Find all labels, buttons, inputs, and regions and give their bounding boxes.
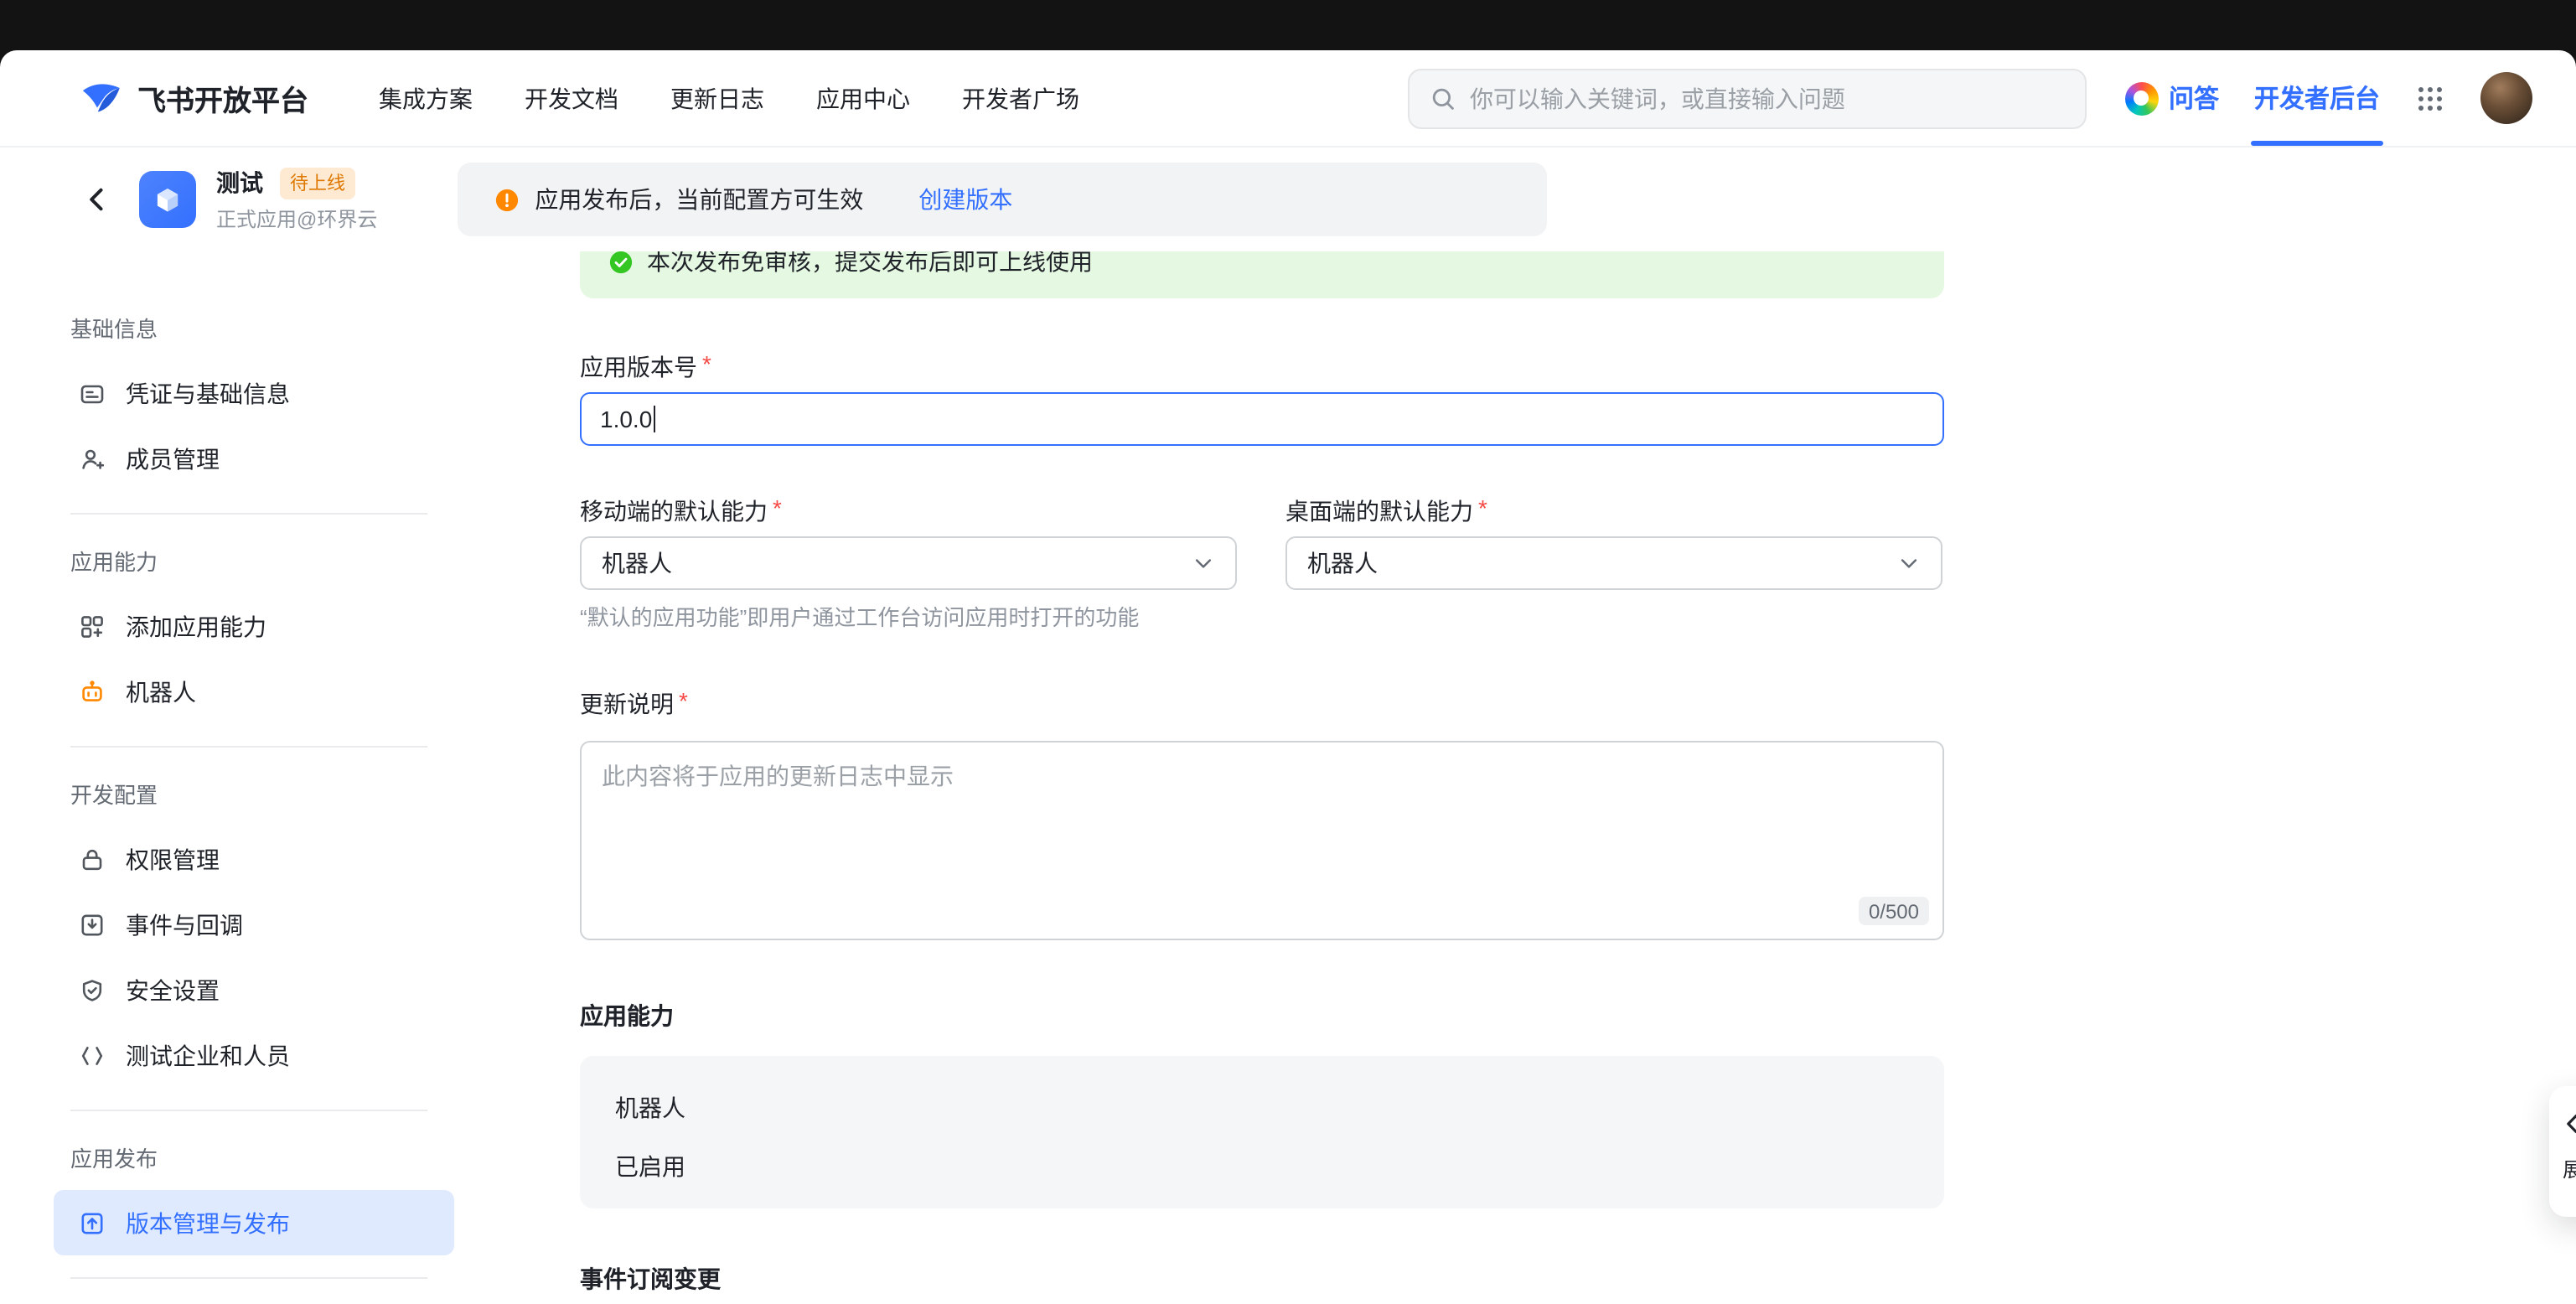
desktop-default-select[interactable]: 机器人 [1285, 536, 1942, 590]
sidebar-divider [70, 1277, 427, 1279]
developer-console-tab[interactable]: 开发者后台 [2254, 50, 2380, 146]
app-icon [139, 171, 196, 228]
search-input[interactable] [1470, 85, 2065, 111]
sidebar-item-version-release[interactable]: 版本管理与发布 [54, 1190, 454, 1255]
id-card-icon [79, 380, 106, 406]
app-meta: 测试 待上线 正式应用@环界云 [216, 166, 377, 233]
check-circle-icon [608, 251, 634, 274]
code-brackets-icon [79, 1042, 106, 1069]
default-capability-row: 移动端的默认能力* 机器人 桌面端的默认能力* 机器人 [580, 494, 2576, 590]
browser-window: 飞书开放平台 集成方案 开发文档 更新日志 应用中心 开发者广场 问答 [0, 50, 2576, 1304]
nav-item-integration[interactable]: 集成方案 [379, 81, 473, 115]
qa-link[interactable]: 问答 [2125, 80, 2219, 116]
capability-section-title: 应用能力 [580, 999, 2576, 1032]
apps-grid-icon[interactable] [2415, 83, 2445, 113]
sidebar-item-bot[interactable]: 机器人 [54, 659, 454, 724]
app-header: 测试 待上线 正式应用@环界云 应用发布后，当前配置方可生效 创建版本 [0, 147, 2576, 251]
char-counter: 0/500 [1859, 897, 1929, 925]
sidebar-divider [70, 746, 427, 748]
create-version-link[interactable]: 创建版本 [918, 183, 1012, 216]
robot-icon [79, 678, 106, 705]
alert-text: 应用发布后，当前配置方可生效 [535, 183, 863, 216]
status-badge: 待上线 [280, 167, 355, 199]
back-button[interactable] [82, 184, 112, 215]
default-capability-hint: “默认的应用功能”即用户通过工作台访问应用时打开的功能 [580, 600, 2576, 632]
capability-name: 机器人 [615, 1091, 1909, 1125]
capability-status: 已启用 [615, 1150, 1909, 1183]
nav-item-app-center[interactable]: 应用中心 [816, 81, 910, 115]
inbox-arrow-icon [79, 911, 106, 938]
primary-nav: 集成方案 开发文档 更新日志 应用中心 开发者广场 [379, 81, 1079, 115]
sidebar-section-capabilities: 应用能力 [70, 545, 454, 577]
logo-text: 飞书开放平台 [137, 77, 308, 119]
qa-label: 问答 [2169, 80, 2219, 116]
sidebar-section-release: 应用发布 [70, 1141, 454, 1173]
expand-label: 展开 [2563, 1155, 2576, 1183]
grid-plus-icon [79, 613, 106, 639]
warning-icon [494, 187, 520, 212]
cube-icon [149, 181, 186, 218]
global-search[interactable] [1408, 68, 2087, 128]
chevron-left-icon [82, 184, 112, 215]
sidebar-section-basic-info: 基础信息 [70, 312, 454, 344]
header-actions: 问答 开发者后台 [2125, 50, 2532, 146]
screen: 飞书开放平台 集成方案 开发文档 更新日志 应用中心 开发者广场 问答 [0, 0, 2576, 1304]
publish-alert-banner: 应用发布后，当前配置方可生效 创建版本 [458, 163, 1547, 236]
sidebar-divider [70, 1110, 427, 1111]
desktop-default-label: 桌面端的默认能力* [1285, 494, 1942, 528]
double-chevron-left-icon [2563, 1110, 2576, 1138]
success-banner: 本次发布免审核，提交发布后即可上线使用 [580, 251, 1944, 298]
publish-up-icon [79, 1209, 106, 1236]
feishu-logo[interactable]: 飞书开放平台 [79, 76, 308, 120]
app-subtitle: 正式应用@环界云 [216, 204, 377, 233]
success-text: 本次发布免审核，提交发布后即可上线使用 [647, 251, 1093, 278]
expand-panel-button[interactable]: 展开 [2549, 1086, 2576, 1217]
mobile-default-value: 机器人 [602, 546, 672, 580]
version-value: 1.0.0 [600, 406, 652, 432]
sidebar-item-members[interactable]: 成员管理 [54, 426, 454, 491]
sidebar: 基础信息 凭证与基础信息 成员管理 应用能力 [0, 251, 496, 1304]
lock-icon [79, 846, 106, 872]
user-plus-icon [79, 445, 106, 472]
qa-rainbow-icon [2125, 81, 2159, 115]
version-label: 应用版本号* [580, 350, 2576, 384]
user-avatar[interactable] [2480, 72, 2532, 124]
feishu-logo-icon [79, 76, 122, 120]
mobile-default-label: 移动端的默认能力* [580, 494, 1237, 528]
nav-item-docs[interactable]: 开发文档 [525, 81, 618, 115]
sidebar-item-add-capability[interactable]: 添加应用能力 [54, 593, 454, 659]
search-icon [1430, 85, 1456, 111]
notes-label: 更新说明* [580, 687, 2576, 721]
events-section-title: 事件订阅变更 [580, 1262, 2576, 1296]
sidebar-item-test-org[interactable]: 测试企业和人员 [54, 1022, 454, 1088]
app-name: 测试 [216, 166, 263, 199]
main-content: 本次发布免审核，提交发布后即可上线使用 应用版本号* 1.0.0 移动端的默认能… [496, 251, 2576, 1304]
sidebar-item-permissions[interactable]: 权限管理 [54, 826, 454, 892]
notes-textarea-wrap: 0/500 [580, 741, 1944, 940]
notes-textarea[interactable] [582, 743, 1942, 939]
site-header: 飞书开放平台 集成方案 开发文档 更新日志 应用中心 开发者广场 问答 [0, 50, 2576, 147]
nav-item-dev-plaza[interactable]: 开发者广场 [962, 81, 1079, 115]
mobile-default-select[interactable]: 机器人 [580, 536, 1237, 590]
text-caret [654, 406, 655, 432]
nav-item-changelog[interactable]: 更新日志 [670, 81, 764, 115]
page-body: 基础信息 凭证与基础信息 成员管理 应用能力 [0, 251, 2576, 1304]
chevron-down-icon [1192, 551, 1215, 575]
chevron-down-icon [1897, 551, 1921, 575]
capability-summary-box: 机器人 已启用 [580, 1056, 1944, 1208]
sidebar-item-credentials[interactable]: 凭证与基础信息 [54, 360, 454, 426]
sidebar-item-security[interactable]: 安全设置 [54, 957, 454, 1022]
desktop-default-value: 机器人 [1307, 546, 1378, 580]
shield-check-icon [79, 976, 106, 1003]
sidebar-divider [70, 513, 427, 515]
required-asterisk: * [702, 350, 711, 377]
sidebar-section-dev-config: 开发配置 [70, 778, 454, 810]
version-input[interactable]: 1.0.0 [580, 392, 1944, 446]
sidebar-item-events-callbacks[interactable]: 事件与回调 [54, 892, 454, 957]
